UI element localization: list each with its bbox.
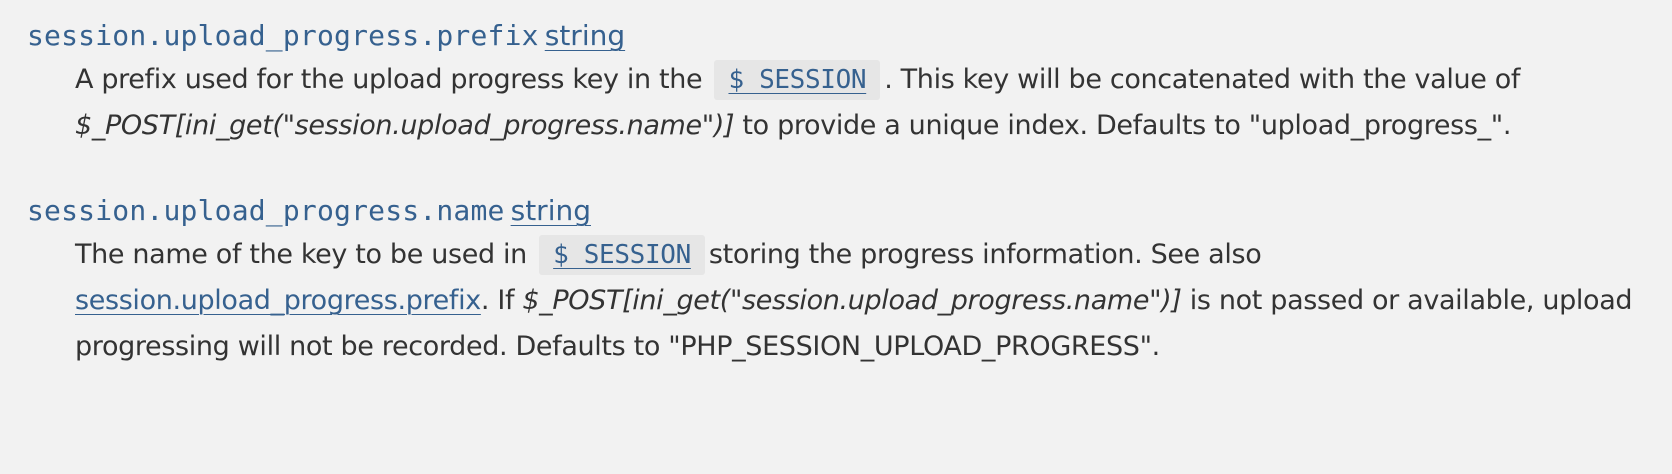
ini-term-upload-progress-prefix: session.upload_progress.prefix string	[27, 16, 1642, 56]
description-text: to provide a unique index. Defaults to "…	[734, 110, 1512, 141]
session-superglobal-link[interactable]: $_SESSION	[553, 240, 691, 270]
description-text: . This key will be concatenated with the…	[884, 64, 1521, 95]
ini-name: session.upload_progress.prefix	[27, 19, 539, 52]
documentation-page: session.upload_progress.prefix string A p…	[0, 0, 1672, 474]
description-text: The name of the key to be used in	[75, 239, 527, 270]
post-expression: $_POST[ini_get("session.upload_progress.…	[75, 110, 735, 141]
type-link-string[interactable]: string	[545, 19, 625, 52]
description-text: . If	[480, 285, 523, 316]
description-text: A prefix used for the upload progress ke…	[75, 64, 703, 95]
ini-term-upload-progress-name: session.upload_progress.name string	[27, 191, 1642, 231]
ini-settings-list: session.upload_progress.prefix string A p…	[27, 16, 1642, 370]
ini-description-upload-progress-prefix: A prefix used for the upload progress ke…	[75, 56, 1642, 149]
post-expression: $_POST[ini_get("session.upload_progress.…	[522, 285, 1182, 316]
ini-description-upload-progress-name: The name of the key to be used in $_SESS…	[75, 231, 1642, 370]
upload-progress-prefix-link[interactable]: session.upload_progress.prefix	[75, 285, 481, 316]
ini-name: session.upload_progress.name	[27, 194, 505, 227]
code-chip: $_SESSION	[539, 235, 705, 275]
type-link-string[interactable]: string	[511, 194, 591, 227]
code-chip: $_SESSION	[714, 60, 881, 100]
session-superglobal-link[interactable]: $_SESSION	[728, 65, 866, 95]
description-text: storing the progress information. See al…	[708, 239, 1262, 270]
